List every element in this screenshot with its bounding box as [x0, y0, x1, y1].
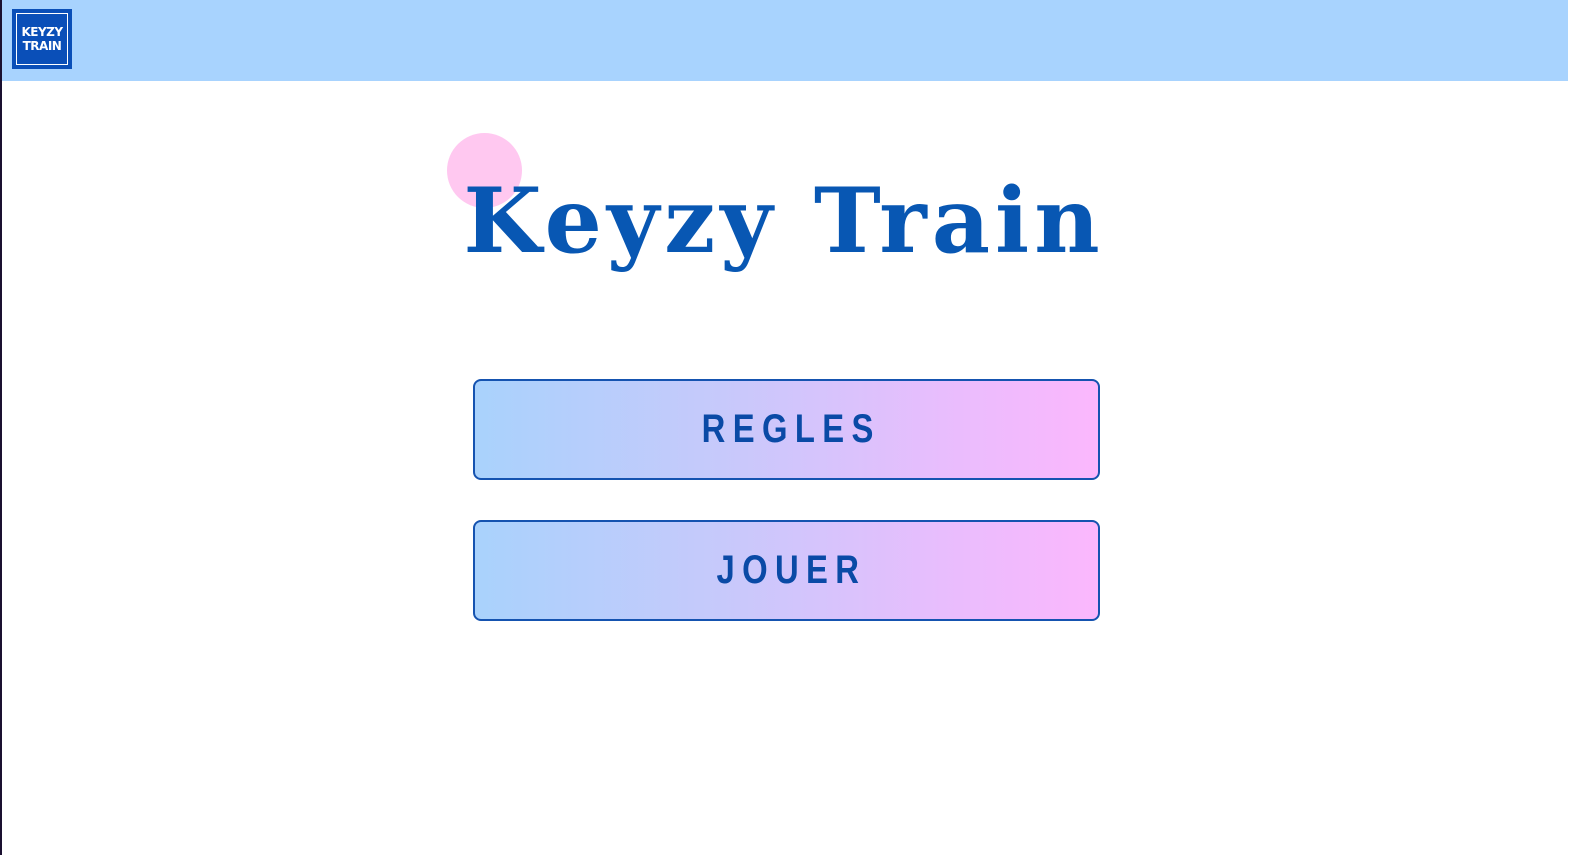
play-button-label: JOUER [716, 548, 866, 592]
logo-text-line1: KEYZY [21, 25, 63, 39]
window-left-edge [0, 0, 2, 855]
rules-button[interactable]: REGLES [473, 379, 1100, 480]
page-title: Keyzy Train [463, 168, 1105, 274]
logo-text-line2: TRAIN [22, 39, 62, 53]
top-navigation-bar [2, 0, 1568, 81]
logo-frame: KEYZY TRAIN [16, 13, 68, 65]
keyzy-train-logo[interactable]: KEYZY TRAIN [12, 9, 72, 69]
play-button[interactable]: JOUER [473, 520, 1100, 621]
rules-button-label: REGLES [701, 407, 881, 451]
